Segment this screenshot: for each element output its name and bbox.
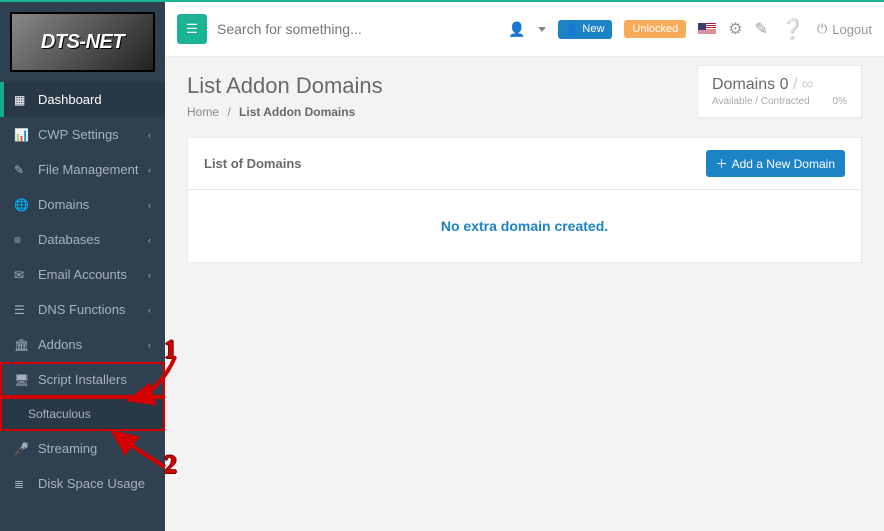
domains-card-title: Domains 0 / ∞	[712, 76, 847, 94]
panel-title: List of Domains	[204, 156, 302, 171]
plus-icon: ＋	[716, 155, 728, 172]
globe-icon: 🌐	[14, 198, 30, 212]
domains-separator: /	[793, 76, 797, 93]
arrow-2	[105, 427, 175, 477]
domains-percent: 0%	[833, 96, 847, 107]
caret-down-icon[interactable]	[538, 27, 546, 32]
flag-us-icon[interactable]	[698, 23, 716, 35]
infinity-icon: ∞	[802, 76, 813, 93]
chevron-left-icon: ‹	[148, 130, 151, 140]
domains-summary-card: Domains 0 / ∞ Available / Contracted 0%	[697, 65, 862, 118]
sidebar-item-label: DNS Functions	[38, 302, 125, 317]
sidebar-item-email-accounts[interactable]: ✉ Email Accounts ‹	[0, 257, 165, 292]
sidebar-item-label: File Management	[38, 162, 138, 177]
user-icon[interactable]: 👤	[508, 21, 525, 38]
sidebar-item-label: Streaming	[38, 441, 97, 456]
add-domain-button[interactable]: ＋ Add a New Domain	[706, 150, 845, 177]
panel-body: No extra domain created.	[188, 190, 861, 262]
arrow-1	[120, 352, 190, 407]
sidebar-item-label: Disk Space Usage	[38, 476, 145, 491]
chevron-left-icon: ‹	[148, 200, 151, 210]
brush-icon[interactable]: ✎	[755, 19, 768, 39]
chevron-left-icon: ‹	[148, 270, 151, 280]
sidebar-item-label: CWP Settings	[38, 127, 119, 142]
sidebar-item-cwp-settings[interactable]: 📊 CWP Settings ‹	[0, 117, 165, 152]
disk-icon: ≣	[14, 477, 30, 491]
main-area: ☰ 👤 👤 New Unlocked ⚙ ✎ ❔ ⏻ Logou	[165, 2, 884, 531]
app-window: DTS-NET ▦ Dashboard 📊 CWP Settings ‹ ✎ F…	[0, 0, 884, 531]
empty-message: No extra domain created.	[204, 218, 845, 234]
sidebar-item-label: Softaculous	[28, 407, 91, 421]
chevron-left-icon: ‹	[148, 305, 151, 315]
breadcrumb-current: List Addon Domains	[239, 105, 355, 119]
bars-icon: 📊	[14, 128, 30, 142]
chevron-left-icon: ‹	[148, 165, 151, 175]
logout-button[interactable]: ⏻ Logout	[817, 21, 872, 37]
sidebar-item-label: Databases	[38, 232, 100, 247]
topbar-right: 👤 👤 New Unlocked ⚙ ✎ ❔ ⏻ Logout	[508, 17, 872, 42]
sidebar-item-label: Addons	[38, 337, 82, 352]
logout-label: Logout	[832, 22, 872, 37]
unlocked-button[interactable]: Unlocked	[624, 20, 686, 38]
new-button[interactable]: 👤 New	[558, 20, 613, 39]
sidebar-item-dashboard[interactable]: ▦ Dashboard	[0, 82, 165, 117]
page-title: List Addon Domains	[187, 73, 383, 99]
edit-icon: ✎	[14, 163, 30, 177]
toggle-sidebar-button[interactable]: ☰	[177, 14, 207, 44]
add-domain-label: Add a New Domain	[732, 157, 835, 171]
database-icon: ≡	[14, 233, 30, 247]
sidebar-item-label: Script Installers	[38, 372, 127, 387]
power-icon: ⏻	[817, 21, 827, 37]
user-plus-icon: 👤	[566, 23, 580, 36]
page-header-left: List Addon Domains Home / List Addon Dom…	[187, 73, 383, 119]
grid-icon: ▦	[14, 93, 30, 107]
domains-card-sub: Available / Contracted 0%	[712, 96, 847, 107]
sidebar-item-label: Dashboard	[38, 92, 102, 107]
brand-logo: DTS-NET	[10, 12, 155, 72]
help-icon[interactable]: ❔	[780, 17, 805, 42]
list-icon: ☰	[14, 303, 30, 317]
sidebar-item-dns-functions[interactable]: ☰ DNS Functions ‹	[0, 292, 165, 327]
breadcrumb: Home / List Addon Domains	[187, 105, 383, 119]
bars-icon: ☰	[186, 21, 198, 37]
microphone-icon: 🎤	[14, 442, 30, 456]
monitor-icon: 🖥	[14, 373, 30, 387]
domains-panel: List of Domains ＋ Add a New Domain No ex…	[187, 137, 862, 263]
panel-header: List of Domains ＋ Add a New Domain	[188, 138, 861, 190]
available-contracted-label: Available / Contracted	[712, 96, 810, 107]
sidebar-item-label: Domains	[38, 197, 89, 212]
breadcrumb-home[interactable]: Home	[187, 105, 219, 119]
chevron-left-icon: ‹	[148, 340, 151, 350]
domains-count: 0	[780, 76, 789, 93]
new-button-label: New	[582, 23, 604, 35]
unlocked-label: Unlocked	[632, 23, 678, 35]
sidebar-item-domains[interactable]: 🌐 Domains ‹	[0, 187, 165, 222]
sidebar-item-databases[interactable]: ≡ Databases ‹	[0, 222, 165, 257]
breadcrumb-separator: /	[227, 105, 230, 119]
domains-label: Domains	[712, 76, 775, 93]
topbar: ☰ 👤 👤 New Unlocked ⚙ ✎ ❔ ⏻ Logou	[165, 2, 884, 57]
sidebar-item-label: Email Accounts	[38, 267, 127, 282]
search-input[interactable]	[217, 21, 397, 37]
building-icon: 🏛	[14, 338, 30, 352]
sidebar-item-file-management[interactable]: ✎ File Management ‹	[0, 152, 165, 187]
logo-wrap: DTS-NET	[0, 2, 165, 82]
chevron-left-icon: ‹	[148, 235, 151, 245]
page-header: List Addon Domains Home / List Addon Dom…	[165, 57, 884, 131]
share-icon[interactable]: ⚙	[728, 19, 742, 39]
mail-icon: ✉	[14, 268, 30, 282]
